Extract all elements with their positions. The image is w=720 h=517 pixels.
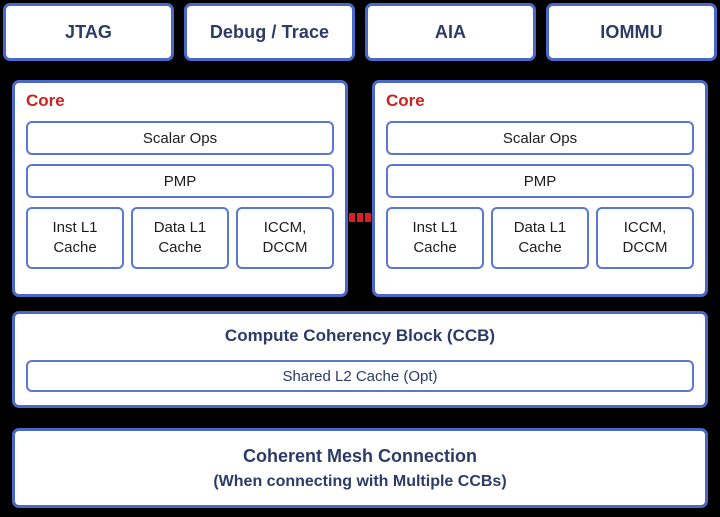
compute-coherency-block[interactable]: Compute Coherency Block (CCB) Shared L2 … xyxy=(12,311,708,408)
shared-l2-cache-label: Shared L2 Cache (Opt) xyxy=(282,367,438,385)
core-block-0[interactable]: Core Scalar Ops PMP Inst L1 Cache Data L… xyxy=(12,80,348,297)
iccm-dccm-block-0[interactable]: ICCM, DCCM xyxy=(236,207,334,269)
peripheral-block-debug-trace[interactable]: Debug / Trace xyxy=(184,3,355,61)
inst-l1-cache-line1-1: Inst L1 xyxy=(412,219,458,237)
peripheral-block-jtag[interactable]: JTAG xyxy=(3,3,174,61)
iccm-dccm-line2-1: DCCM xyxy=(622,239,668,256)
peripheral-label-iommu: IOMMU xyxy=(600,21,663,42)
peripheral-label-aia: AIA xyxy=(434,21,467,42)
pmp-block-0[interactable]: PMP xyxy=(26,164,334,198)
core-title-0: Core xyxy=(26,91,65,110)
iccm-dccm-line1-1: ICCM, xyxy=(623,219,667,237)
peripheral-label-jtag: JTAG xyxy=(64,21,113,42)
ccb-title: Compute Coherency Block (CCB) xyxy=(224,326,496,345)
peripheral-row: JTAG Debug / Trace AIA IOMMU xyxy=(3,3,717,61)
mesh-title: Coherent Mesh Connection xyxy=(242,445,477,466)
inst-l1-cache-line2-0: Cache xyxy=(53,239,97,256)
dash-segment-icon xyxy=(349,213,355,222)
iccm-dccm-line1-0: ICCM, xyxy=(263,219,307,237)
iccm-dccm-line2-0: DCCM xyxy=(262,239,308,256)
core-title-1: Core xyxy=(386,91,425,110)
data-l1-cache-line2-1: Cache xyxy=(518,239,562,256)
core-contents-1: Scalar Ops PMP Inst L1 Cache Data L1 Cac… xyxy=(386,121,694,283)
scalar-ops-block-0[interactable]: Scalar Ops xyxy=(26,121,334,155)
diagram-canvas: JTAG Debug / Trace AIA IOMMU Core Scalar… xyxy=(0,0,720,517)
cache-row-0: Inst L1 Cache Data L1 Cache ICCM, DCCM xyxy=(26,207,334,269)
peripheral-block-iommu[interactable]: IOMMU xyxy=(546,3,717,61)
data-l1-cache-line1-0: Data L1 xyxy=(153,219,207,237)
pmp-block-1[interactable]: PMP xyxy=(386,164,694,198)
dash-segment-icon xyxy=(357,213,363,222)
coherent-mesh-connection-block[interactable]: Coherent Mesh Connection (When connectin… xyxy=(12,428,708,508)
inst-l1-cache-line1-0: Inst L1 xyxy=(52,219,98,237)
core-block-1[interactable]: Core Scalar Ops PMP Inst L1 Cache Data L… xyxy=(372,80,708,297)
core-contents-0: Scalar Ops PMP Inst L1 Cache Data L1 Cac… xyxy=(26,121,334,283)
inst-l1-cache-line2-1: Cache xyxy=(413,239,457,256)
data-l1-cache-block-0[interactable]: Data L1 Cache xyxy=(131,207,229,269)
data-l1-cache-line2-0: Cache xyxy=(158,239,202,256)
peripheral-label-debug-trace: Debug / Trace xyxy=(209,21,330,42)
cache-row-1: Inst L1 Cache Data L1 Cache ICCM, DCCM xyxy=(386,207,694,269)
scalar-ops-label-1: Scalar Ops xyxy=(502,129,578,147)
core-interconnect-dashed-line xyxy=(349,213,371,222)
inst-l1-cache-block-1[interactable]: Inst L1 Cache xyxy=(386,207,484,269)
mesh-subtitle: (When connecting with Multiple CCBs) xyxy=(213,472,507,490)
inst-l1-cache-block-0[interactable]: Inst L1 Cache xyxy=(26,207,124,269)
pmp-label-0: PMP xyxy=(163,172,197,190)
iccm-dccm-block-1[interactable]: ICCM, DCCM xyxy=(596,207,694,269)
peripheral-block-aia[interactable]: AIA xyxy=(365,3,536,61)
scalar-ops-label-0: Scalar Ops xyxy=(142,129,218,147)
shared-l2-cache-block[interactable]: Shared L2 Cache (Opt) xyxy=(26,360,694,392)
data-l1-cache-line1-1: Data L1 xyxy=(513,219,567,237)
data-l1-cache-block-1[interactable]: Data L1 Cache xyxy=(491,207,589,269)
dash-segment-icon xyxy=(365,213,371,222)
scalar-ops-block-1[interactable]: Scalar Ops xyxy=(386,121,694,155)
pmp-label-1: PMP xyxy=(523,172,557,190)
